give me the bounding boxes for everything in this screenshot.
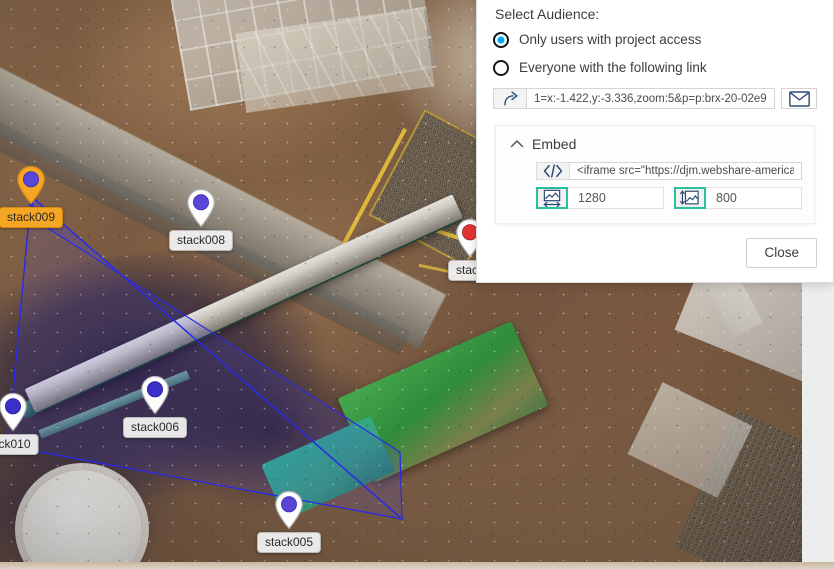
share-external-icon[interactable] <box>493 88 527 109</box>
embed-height-value: 800 <box>716 191 737 205</box>
map-marker-stack006[interactable]: stack006 <box>122 375 188 438</box>
map-marker-label: stack008 <box>168 230 234 251</box>
embed-dimensions-row: 1280 800 <box>536 187 802 209</box>
code-brackets-icon[interactable] <box>536 162 570 180</box>
embed-code-input[interactable]: <iframe src="https://djm.webshare-americ… <box>570 162 802 180</box>
map-marker-label: stack005 <box>256 532 322 553</box>
bottom-gutter <box>0 562 834 569</box>
embed-code-value: <iframe src="https://djm.webshare-americ… <box>577 165 794 177</box>
map-marker-label: stack009 <box>0 207 64 228</box>
chevron-up-icon[interactable] <box>510 136 524 152</box>
map-marker-stack008[interactable]: stack008 <box>168 188 234 251</box>
map-pin-icon <box>141 375 169 415</box>
image-width-icon <box>536 187 568 209</box>
share-link-row: 1=x:-1.422,y:-3.336,zoom:5&p=p:brx-20-02… <box>493 88 817 109</box>
radio-option-everyone-link-label: Everyone with the following link <box>519 60 707 75</box>
embed-width-input[interactable]: 1280 <box>568 187 664 209</box>
share-link-value: 1=x:-1.422,y:-3.336,zoom:5&p=p:brx-20-02… <box>534 92 767 105</box>
share-link-input[interactable]: 1=x:-1.422,y:-3.336,zoom:5&p=p:brx-20-02… <box>527 88 775 109</box>
dialog-footer: Close <box>477 224 833 270</box>
close-button[interactable]: Close <box>746 238 817 268</box>
embed-code-row: <iframe src="https://djm.webshare-americ… <box>536 162 802 180</box>
embed-height-input[interactable]: 800 <box>706 187 802 209</box>
embed-section: Embed <iframe src="https://djm.webshare-… <box>495 125 815 224</box>
radio-button-icon[interactable] <box>493 32 509 48</box>
map-marker-stack005[interactable]: stack005 <box>256 490 322 553</box>
embed-width-group: 1280 <box>536 187 664 209</box>
embed-section-title: Embed <box>532 136 577 152</box>
select-audience-title: Select Audience: <box>495 6 600 22</box>
webshare-app: stack009 stack008 stack ack010 <box>0 0 834 569</box>
map-pin-icon <box>17 165 45 205</box>
image-height-icon <box>674 187 706 209</box>
share-dialog: Select Audience: Only users with project… <box>476 0 834 283</box>
radio-button-icon[interactable] <box>493 60 509 76</box>
map-marker-stack010[interactable]: ack010 <box>0 392 39 455</box>
map-marker-label: ack010 <box>0 434 39 455</box>
map-marker-label: stack006 <box>122 417 188 438</box>
embed-width-value: 1280 <box>578 191 606 205</box>
radio-option-everyone-link[interactable]: Everyone with the following link <box>493 60 817 76</box>
map-pin-icon <box>275 490 303 530</box>
embed-section-header[interactable]: Embed <box>508 136 802 152</box>
map-pin-icon <box>0 392 27 432</box>
embed-height-group: 800 <box>674 187 802 209</box>
map-pin-icon <box>187 188 215 228</box>
envelope-icon[interactable] <box>781 88 817 109</box>
map-marker-stack009[interactable]: stack009 <box>0 165 64 228</box>
radio-option-project-access[interactable]: Only users with project access <box>493 32 817 48</box>
radio-option-project-access-label: Only users with project access <box>519 32 702 47</box>
